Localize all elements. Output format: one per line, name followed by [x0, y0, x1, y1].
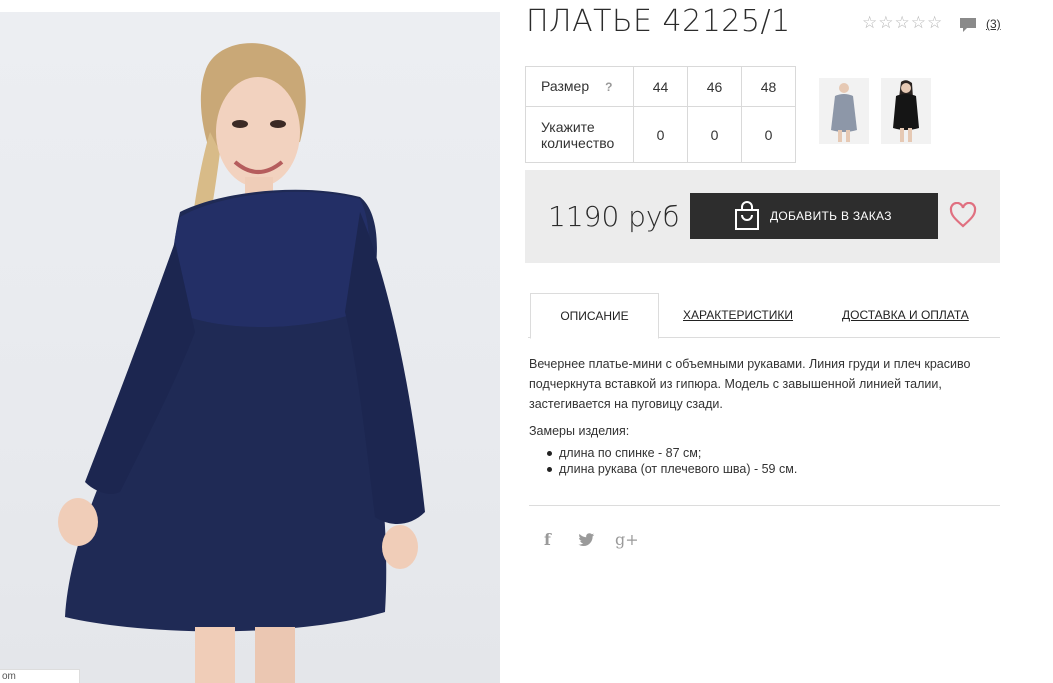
product-main-photo[interactable]: om: [0, 12, 500, 683]
model-illustration: [58, 43, 425, 683]
add-to-cart-button[interactable]: ДОБАВИТЬ В ЗАКАЗ: [690, 193, 938, 239]
comment-icon[interactable]: [959, 17, 977, 33]
google-plus-icon[interactable]: g+: [615, 530, 639, 549]
star-icon[interactable]: ☆: [911, 14, 926, 31]
photo-corner-label: om: [0, 669, 80, 683]
quantity-input-48[interactable]: 0: [741, 106, 796, 163]
size-label: Размер: [541, 78, 590, 94]
facebook-icon[interactable]: f: [544, 530, 551, 549]
favorite-heart-icon[interactable]: [949, 202, 977, 228]
size-48: 48: [741, 66, 796, 107]
product-description: Вечернее платье-мини с объемными рукавам…: [529, 357, 971, 411]
list-item: длина по спинке - 87 см;: [547, 445, 797, 461]
size-help-icon[interactable]: ?: [605, 79, 612, 95]
price-panel: 1190 руб ДОБАВИТЬ В ЗАКАЗ: [525, 170, 1000, 263]
tab-delivery-payment[interactable]: ДОСТАВКА И ОПЛАТА: [842, 293, 969, 338]
thumbnail-grey-dress[interactable]: [819, 78, 869, 144]
size-quantity-table: Размер? 44 46 48 Укажите количество 0 0 …: [525, 66, 796, 163]
star-icon[interactable]: ☆: [927, 14, 942, 31]
star-icon[interactable]: ☆: [862, 14, 877, 31]
list-item: длина рукава (от плечевого шва) - 59 см.: [547, 461, 797, 477]
quantity-input-44[interactable]: 0: [633, 106, 688, 163]
size-label-cell: Размер?: [525, 66, 634, 107]
divider: [529, 505, 1000, 506]
reviews-count-link[interactable]: (3): [986, 17, 1001, 31]
quantity-label: Укажите количество: [525, 106, 634, 163]
thumbnail-image: [881, 78, 931, 144]
product-title: ПЛАТЬЕ 42125/1: [526, 4, 791, 39]
quantity-input-46[interactable]: 0: [687, 106, 742, 163]
measurements-list: длина по спинке - 87 см; длина рукава (о…: [547, 445, 797, 477]
twitter-icon[interactable]: [578, 533, 595, 547]
thumbnail-black-dress[interactable]: [881, 78, 931, 144]
thumbnail-image: [819, 78, 869, 144]
size-44: 44: [633, 66, 688, 107]
tab-characteristics[interactable]: ХАРАКТЕРИСТИКИ: [683, 293, 793, 338]
measurements-title: Замеры изделия:: [529, 424, 630, 438]
product-tabs: ОПИСАНИЕ ХАРАКТЕРИСТИКИ ДОСТАВКА И ОПЛАТ…: [528, 293, 1000, 339]
tab-description[interactable]: ОПИСАНИЕ: [530, 293, 659, 339]
product-price: 1190 руб: [548, 200, 680, 233]
size-46: 46: [687, 66, 742, 107]
rating-stars[interactable]: ☆ ☆ ☆ ☆ ☆: [862, 14, 942, 31]
star-icon[interactable]: ☆: [878, 14, 893, 31]
add-to-cart-label: ДОБАВИТЬ В ЗАКАЗ: [770, 209, 892, 223]
star-icon[interactable]: ☆: [895, 14, 910, 31]
shopping-bag-icon: [735, 201, 759, 230]
